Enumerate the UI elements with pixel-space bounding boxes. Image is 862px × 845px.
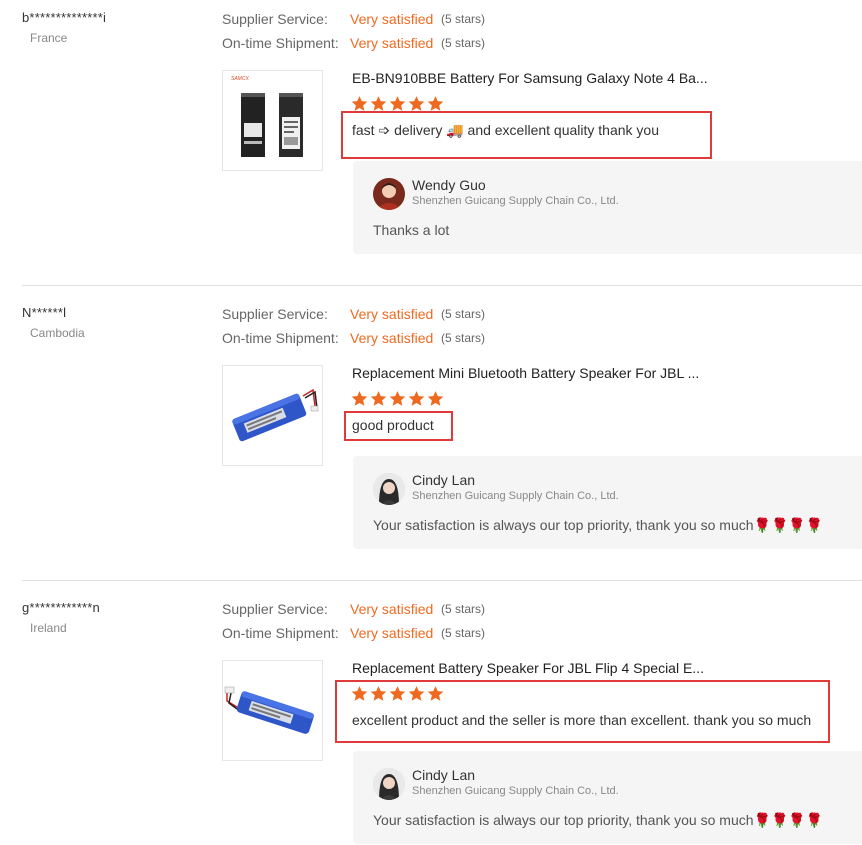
star-icon [427,96,444,111]
star-icon [370,96,387,111]
star-icon [351,391,368,406]
ontime-shipment-stars: (5 stars) [441,331,486,345]
seller-avatar [373,473,405,505]
supplier-service-stars: (5 stars) [441,307,486,321]
seller-avatar [373,178,405,210]
seller-avatar [373,768,405,800]
divider [22,285,862,286]
seller-company: Shenzhen Guicang Supply Chain Co., Ltd. [412,785,619,797]
product-title-link[interactable]: EB-BN910BBE Battery For Samsung Galaxy N… [352,70,708,86]
supplier-service-value: Very satisfied [350,11,434,27]
review-stars [351,390,446,408]
battery-image: SAMCX [231,76,303,157]
star-icon [427,391,444,406]
seller-name: Cindy Lan [412,472,476,488]
highlight-box [335,680,830,743]
star-icon [408,391,425,406]
ontime-shipment-label: On-time Shipment: [222,35,339,51]
buyer-name: N******l [22,305,67,320]
ontime-shipment-stars: (5 stars) [441,626,486,640]
star-icon [389,391,406,406]
supplier-service-label: Supplier Service: [222,601,328,617]
star-icon [408,96,425,111]
seller-reply: Wendy Guo Shenzhen Guicang Supply Chain … [353,161,862,254]
review-item: N******l Cambodia Supplier Service: Very… [0,295,862,575]
divider [22,580,862,581]
ontime-shipment-value: Very satisfied [350,330,434,346]
buyer-country: France [30,31,68,45]
svg-text:SAMCX: SAMCX [231,76,249,82]
product-thumbnail[interactable]: SAMCX [222,70,323,171]
seller-reply-text: Your satisfaction is always our top prio… [373,517,824,533]
buyer-country: Cambodia [30,326,85,340]
supplier-service-stars: (5 stars) [441,12,486,26]
supplier-service-value: Very satisfied [350,306,434,322]
seller-reply: Cindy Lan Shenzhen Guicang Supply Chain … [353,751,862,844]
ontime-shipment-label: On-time Shipment: [222,625,339,641]
supplier-service-label: Supplier Service: [222,11,328,27]
seller-reply-text: Your satisfaction is always our top prio… [373,812,824,828]
highlight-box [344,411,453,441]
ontime-shipment-value: Very satisfied [350,35,434,51]
ontime-shipment-stars: (5 stars) [441,36,486,50]
seller-reply: Cindy Lan Shenzhen Guicang Supply Chain … [353,456,862,549]
seller-company: Shenzhen Guicang Supply Chain Co., Ltd. [412,195,619,207]
seller-name: Wendy Guo [412,177,486,193]
product-thumbnail[interactable] [222,365,323,466]
seller-company: Shenzhen Guicang Supply Chain Co., Ltd. [412,490,619,502]
product-title-link[interactable]: Replacement Battery Speaker For JBL Flip… [352,660,704,676]
product-thumbnail[interactable] [222,660,323,761]
buyer-name: g************n [22,600,100,615]
product-title-link[interactable]: Replacement Mini Bluetooth Battery Speak… [352,365,699,381]
star-icon [389,96,406,111]
highlight-box [341,111,712,159]
battery-image [224,686,314,734]
star-icon [351,96,368,111]
review-item: b**************i France Supplier Service… [0,0,862,280]
buyer-name: b**************i [22,10,107,25]
supplier-service-label: Supplier Service: [222,306,328,322]
supplier-service-stars: (5 stars) [441,602,486,616]
star-icon [370,391,387,406]
buyer-country: Ireland [30,621,67,635]
seller-reply-text: Thanks a lot [373,222,450,238]
review-item: g************n Ireland Supplier Service:… [0,590,862,845]
battery-image [232,388,319,442]
ontime-shipment-label: On-time Shipment: [222,330,339,346]
supplier-service-value: Very satisfied [350,601,434,617]
ontime-shipment-value: Very satisfied [350,625,434,641]
seller-name: Cindy Lan [412,767,476,783]
